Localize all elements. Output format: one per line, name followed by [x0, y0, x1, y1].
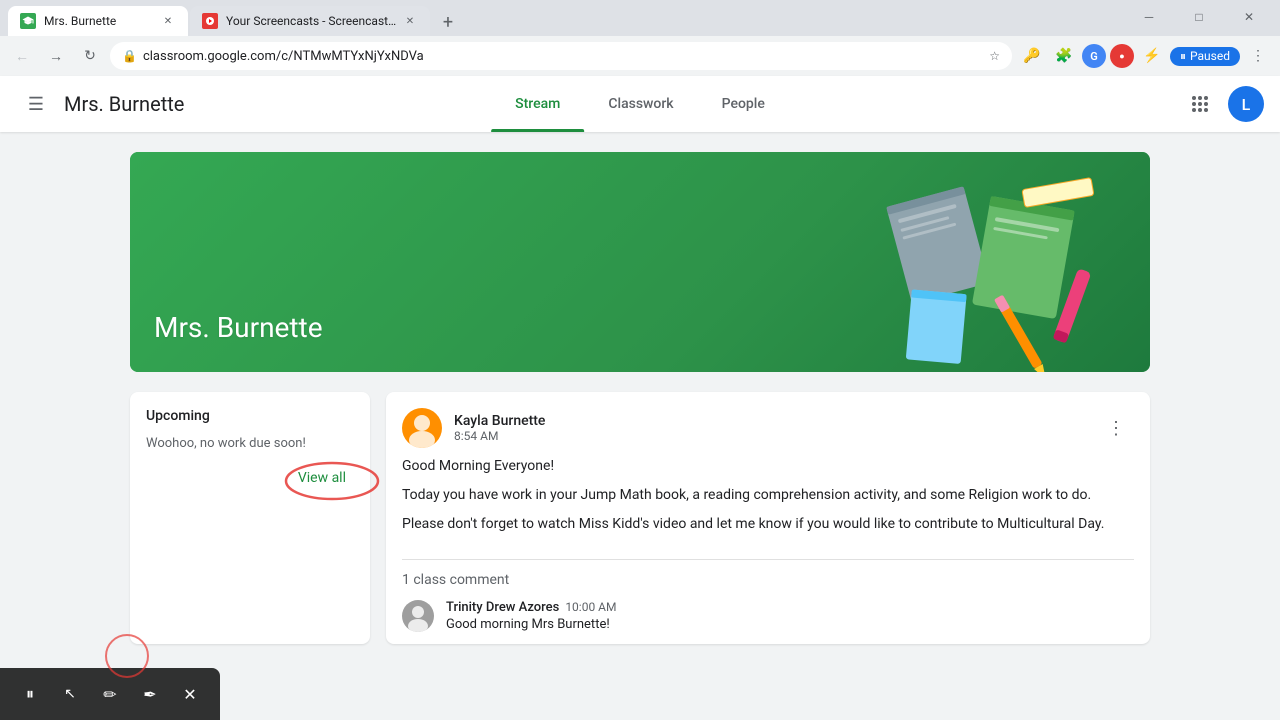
paused-icon: ⏸	[1180, 49, 1186, 64]
screencastify-ext-icon[interactable]: ●	[1110, 44, 1134, 68]
comment-author-avatar	[402, 600, 434, 632]
upcoming-empty-text: Woohoo, no work due soon!	[146, 436, 354, 451]
browser-tab-1[interactable]: Mrs. Burnette ✕	[8, 6, 188, 36]
reload-button[interactable]: ↻	[76, 42, 104, 70]
app-header: ☰ Mrs. Burnette Stream Classwork People …	[0, 76, 1280, 132]
post-time: 8:54 AM	[454, 429, 545, 443]
forward-button[interactable]: →	[42, 42, 70, 70]
back-button[interactable]: ←	[8, 42, 36, 70]
browser-titlebar: Mrs. Burnette ✕ Your Screencasts - Scree…	[0, 0, 1280, 36]
post-text-2: Today you have work in your Jump Math bo…	[402, 485, 1134, 506]
tab-title-2: Your Screencasts - Screencastify	[226, 14, 398, 28]
content-area: Upcoming Woohoo, no work due soon! View …	[130, 392, 1150, 644]
app-title: Mrs. Burnette	[64, 92, 184, 116]
upcoming-card: Upcoming Woohoo, no work due soon! View …	[130, 392, 370, 644]
view-all-link[interactable]: View all	[298, 470, 346, 486]
user-avatar[interactable]: L	[1228, 86, 1264, 122]
star-icon: ☆	[989, 49, 1000, 63]
tab-people[interactable]: People	[698, 76, 789, 132]
comment-author-name: Trinity Drew Azores	[446, 600, 559, 615]
browser-menu-button[interactable]: ⋮	[1244, 42, 1272, 70]
post-text-3: Please don't forget to watch Miss Kidd's…	[402, 514, 1134, 535]
header-nav: Stream Classwork People	[491, 76, 789, 132]
stream-posts: Kayla Burnette 8:54 AM ⋮ Good Morning Ev…	[386, 392, 1150, 644]
sc-highlighter-button[interactable]: ✒	[132, 676, 168, 712]
comment-section: Trinity Drew Azores 10:00 AM Good mornin…	[386, 588, 1150, 644]
post-body: Good Morning Everyone! Today you have wo…	[386, 456, 1150, 559]
paused-button[interactable]: ⏸ Paused	[1170, 47, 1240, 66]
tab-favicon-2	[202, 13, 218, 29]
menu-button[interactable]: ☰	[16, 84, 56, 124]
tab-stream[interactable]: Stream	[491, 76, 584, 132]
google-apps-button[interactable]	[1180, 84, 1220, 124]
comment-time: 10:00 AM	[565, 600, 616, 614]
key-icon[interactable]: 🔑	[1018, 42, 1046, 70]
sc-close-button[interactable]: ✕	[172, 676, 208, 712]
sc-pen-button[interactable]: ✏	[92, 676, 128, 712]
post-text-1: Good Morning Everyone!	[402, 456, 1134, 477]
browser-tab-2[interactable]: Your Screencasts - Screencastify ✕	[190, 6, 430, 36]
screencast-toolbar: ⏸ ↖ ✏ ✒ ✕	[0, 668, 220, 720]
header-right: L	[1180, 84, 1264, 124]
upcoming-title: Upcoming	[146, 408, 354, 424]
tab-close-1[interactable]: ✕	[160, 13, 176, 29]
lock-icon: 🔒	[122, 49, 137, 63]
browser-toolbar: ← → ↻ 🔒 classroom.google.com/c/NTMwMTYxN…	[0, 36, 1280, 76]
minimize-button[interactable]: ─	[1126, 2, 1172, 32]
main-content: Mrs. Burnette Upcoming Woohoo, no work d…	[0, 132, 1280, 720]
close-window-button[interactable]: ✕	[1226, 2, 1272, 32]
class-banner: Mrs. Burnette	[130, 152, 1150, 372]
grid-dots-icon	[1192, 96, 1208, 112]
comment-content: Trinity Drew Azores 10:00 AM Good mornin…	[446, 600, 616, 632]
address-bar[interactable]: 🔒 classroom.google.com/c/NTMwMTYxNjYxNDV…	[110, 42, 1012, 70]
post-author-name: Kayla Burnette	[454, 413, 545, 429]
paused-label: Paused	[1190, 49, 1230, 63]
post-author-info: Kayla Burnette 8:54 AM	[454, 413, 545, 443]
hamburger-icon: ☰	[28, 94, 44, 115]
extensions-icon[interactable]: 🧩	[1050, 42, 1078, 70]
tab-close-2[interactable]: ✕	[402, 13, 418, 29]
google-account-icon[interactable]: G	[1082, 44, 1106, 68]
post-card: Kayla Burnette 8:54 AM ⋮ Good Morning Ev…	[386, 392, 1150, 644]
sc-pause-button[interactable]: ⏸	[12, 676, 48, 712]
banner-class-title: Mrs. Burnette	[130, 291, 347, 372]
browser-actions: 🔑 🧩 G ● ⚡ ⏸ Paused ⋮	[1018, 42, 1272, 70]
more-extensions-icon[interactable]: ⚡	[1138, 42, 1166, 70]
new-tab-button[interactable]: +	[434, 8, 462, 36]
post-header: Kayla Burnette 8:54 AM ⋮	[386, 392, 1150, 456]
post-author-avatar	[402, 408, 442, 448]
banner-illustration	[730, 152, 1150, 372]
maximize-button[interactable]: □	[1176, 2, 1222, 32]
url-text: classroom.google.com/c/NTMwMTYxNjYxNDVa	[143, 49, 983, 64]
sc-cursor-button[interactable]: ↖	[52, 676, 88, 712]
post-more-button[interactable]: ⋮	[1098, 410, 1134, 446]
tab-classwork[interactable]: Classwork	[584, 76, 697, 132]
tab-favicon-1	[20, 13, 36, 29]
comment-text: Good morning Mrs Burnette!	[446, 617, 616, 632]
comment-count: 1 class comment	[386, 560, 1150, 588]
tab-title-1: Mrs. Burnette	[44, 14, 156, 28]
